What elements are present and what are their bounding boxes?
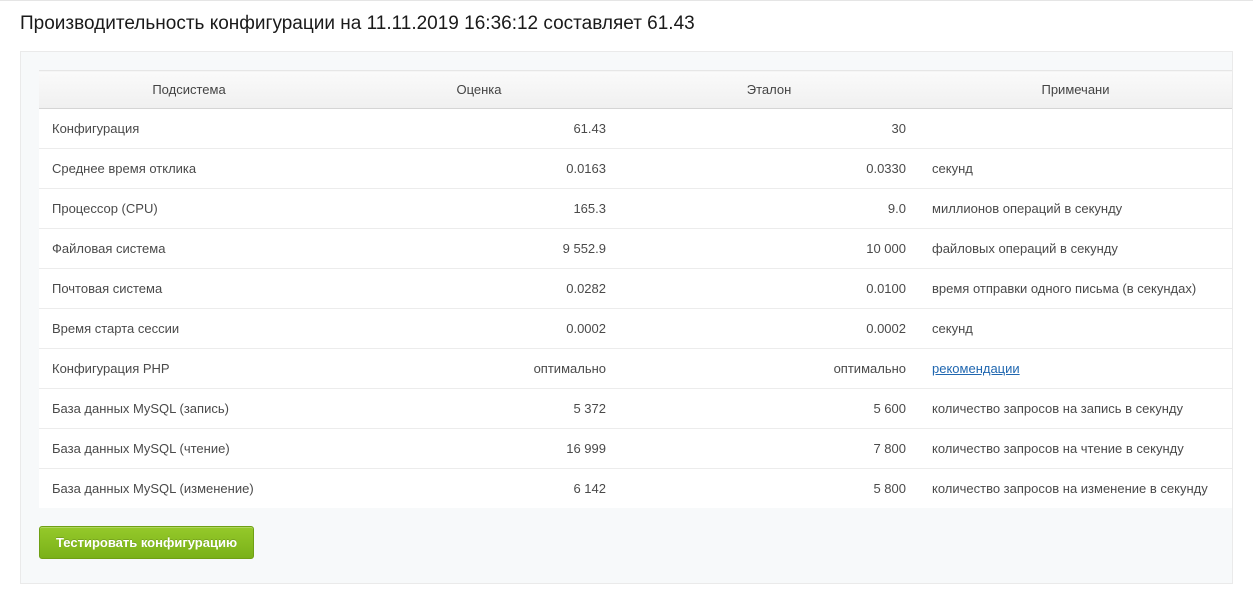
table-row: База данных MySQL (запись)5 3725 600коли… — [39, 389, 1232, 429]
table-row: База данных MySQL (изменение)6 1425 800к… — [39, 469, 1232, 509]
cell-reference: 5 600 — [619, 389, 919, 429]
cell-rating: 165.3 — [339, 189, 619, 229]
cell-rating: 5 372 — [339, 389, 619, 429]
button-area: Тестировать конфигурацию — [39, 508, 1232, 559]
cell-notes: время отправки одного письма (в секундах… — [919, 269, 1232, 309]
table-header-row: Подсистема Оценка Эталон Примечани — [39, 71, 1232, 109]
cell-rating: 61.43 — [339, 109, 619, 149]
cell-notes: миллионов операций в секунду — [919, 189, 1232, 229]
cell-rating: 6 142 — [339, 469, 619, 509]
test-config-button[interactable]: Тестировать конфигурацию — [39, 526, 254, 559]
cell-subsystem: База данных MySQL (чтение) — [39, 429, 339, 469]
table-row: Процессор (CPU)165.39.0миллионов операци… — [39, 189, 1232, 229]
cell-notes: секунд — [919, 309, 1232, 349]
cell-rating: 0.0002 — [339, 309, 619, 349]
table-row: Среднее время отклика0.01630.0330секунд — [39, 149, 1232, 189]
cell-subsystem: Время старта сессии — [39, 309, 339, 349]
table-row: Почтовая система0.02820.0100время отправ… — [39, 269, 1232, 309]
cell-reference: 7 800 — [619, 429, 919, 469]
table-row: Файловая система9 552.910 000файловых оп… — [39, 229, 1232, 269]
cell-notes: секунд — [919, 149, 1232, 189]
cell-subsystem: База данных MySQL (запись) — [39, 389, 339, 429]
performance-panel: Подсистема Оценка Эталон Примечани Конфи… — [20, 51, 1233, 584]
cell-notes: количество запросов на чтение в секунду — [919, 429, 1232, 469]
cell-rating: 16 999 — [339, 429, 619, 469]
header-notes: Примечани — [919, 71, 1232, 109]
cell-subsystem: Конфигурация PHP — [39, 349, 339, 389]
cell-subsystem: Среднее время отклика — [39, 149, 339, 189]
cell-subsystem: Процессор (CPU) — [39, 189, 339, 229]
table-row: Конфигурация61.4330 — [39, 109, 1232, 149]
header-rating: Оценка — [339, 71, 619, 109]
table-row: База данных MySQL (чтение)16 9997 800кол… — [39, 429, 1232, 469]
cell-subsystem: Конфигурация — [39, 109, 339, 149]
header-reference: Эталон — [619, 71, 919, 109]
cell-reference: 0.0100 — [619, 269, 919, 309]
cell-rating: оптимально — [339, 349, 619, 389]
page-title: Производительность конфигурации на 11.11… — [0, 1, 1253, 51]
performance-table: Подсистема Оценка Эталон Примечани Конфи… — [39, 70, 1232, 508]
cell-reference: 0.0330 — [619, 149, 919, 189]
recommendations-link[interactable]: рекомендации — [932, 361, 1020, 376]
cell-reference: оптимально — [619, 349, 919, 389]
cell-notes — [919, 109, 1232, 149]
cell-reference: 0.0002 — [619, 309, 919, 349]
cell-rating: 9 552.9 — [339, 229, 619, 269]
cell-subsystem: База данных MySQL (изменение) — [39, 469, 339, 509]
table-row: Конфигурация PHPоптимальнооптимальнореко… — [39, 349, 1232, 389]
cell-subsystem: Файловая система — [39, 229, 339, 269]
cell-reference: 30 — [619, 109, 919, 149]
cell-reference: 5 800 — [619, 469, 919, 509]
cell-notes: количество запросов на изменение в секун… — [919, 469, 1232, 509]
cell-notes: рекомендации — [919, 349, 1232, 389]
cell-rating: 0.0163 — [339, 149, 619, 189]
table-row: Время старта сессии0.00020.0002секунд — [39, 309, 1232, 349]
header-subsystem: Подсистема — [39, 71, 339, 109]
cell-reference: 10 000 — [619, 229, 919, 269]
cell-notes: файловых операций в секунду — [919, 229, 1232, 269]
performance-page: Производительность конфигурации на 11.11… — [0, 0, 1253, 584]
cell-reference: 9.0 — [619, 189, 919, 229]
cell-subsystem: Почтовая система — [39, 269, 339, 309]
cell-rating: 0.0282 — [339, 269, 619, 309]
cell-notes: количество запросов на запись в секунду — [919, 389, 1232, 429]
